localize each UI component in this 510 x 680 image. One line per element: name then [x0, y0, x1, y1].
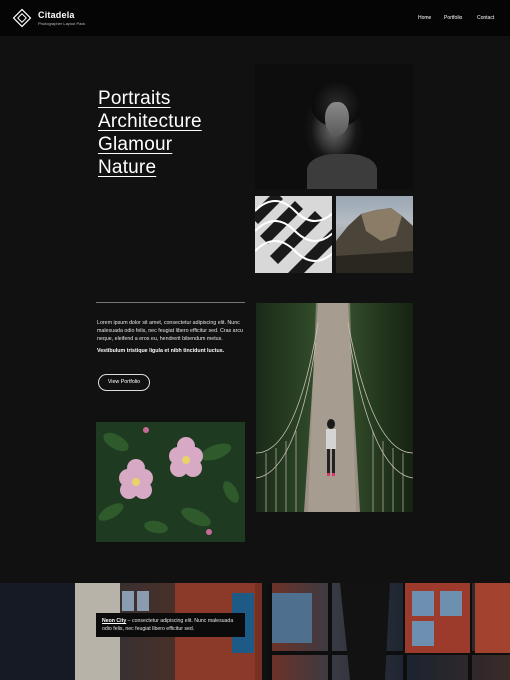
flowers-image [96, 422, 245, 542]
nav-portfolio[interactable]: Portfolio [444, 15, 462, 21]
category-portraits[interactable]: Portraits [98, 87, 238, 110]
section-divider [96, 302, 245, 303]
category-nature[interactable]: Nature [98, 156, 238, 179]
intro-bold-text: Vestibulum tristique ligula et nibh tinc… [97, 348, 225, 354]
category-glamour[interactable]: Glamour [98, 133, 238, 156]
portrait-image [255, 64, 413, 189]
nav-contact[interactable]: Contact [477, 15, 494, 21]
brand-name[interactable]: Citadela [38, 10, 75, 20]
neon-city-image [0, 583, 510, 680]
portrait-face [325, 102, 349, 136]
site-header: Citadela Photographer Layout Pack Home P… [0, 0, 510, 36]
brand-tagline: Photographer Layout Pack [38, 21, 86, 26]
image-caption: Neon City – consectetur adipiscing elit.… [96, 613, 245, 637]
bridge-image [256, 303, 413, 512]
portrait-shoulder [307, 154, 377, 189]
architecture-image [255, 196, 332, 273]
nav-home[interactable]: Home [418, 15, 431, 21]
hero-categories: Portraits Architecture Glamour Nature [98, 87, 238, 179]
caption-title[interactable]: Neon City [102, 618, 126, 624]
diamond-logo-icon[interactable] [12, 8, 32, 28]
view-portfolio-button[interactable]: View Portfolio [98, 374, 150, 391]
intro-paragraph: Lorem ipsum dolor sit amet, consectetur … [97, 320, 243, 343]
mountain-image [336, 196, 413, 273]
category-architecture[interactable]: Architecture [98, 110, 238, 133]
